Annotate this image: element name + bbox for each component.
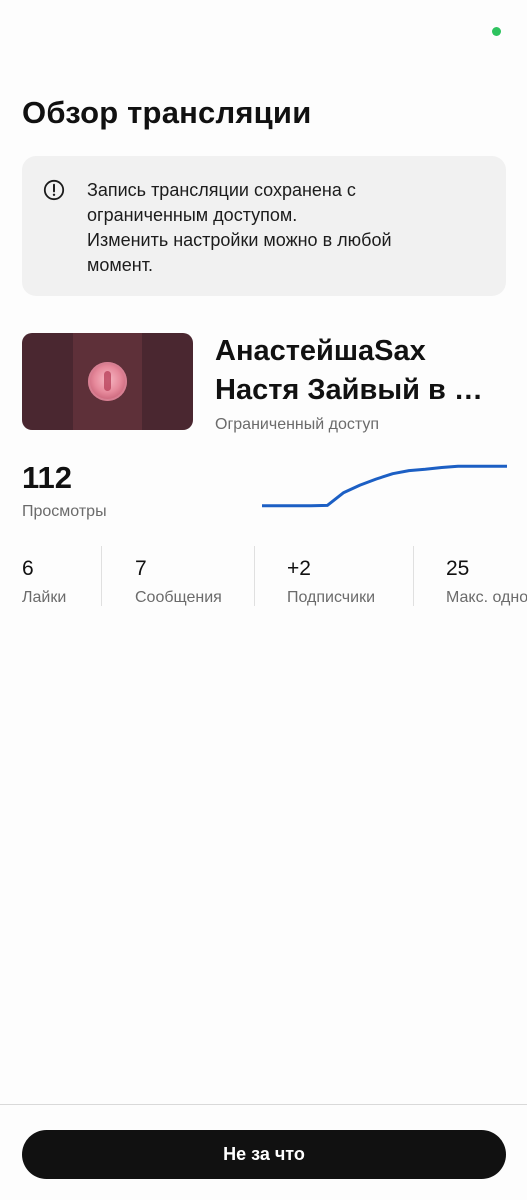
stream-thumbnail[interactable] <box>22 333 193 430</box>
status-indicator-dot <box>492 27 501 36</box>
info-notice: Запись трансляции сохранена с ограниченн… <box>22 156 506 296</box>
stats-row: 6 Лайки 7 Сообщения +2 Подписчики 25 Мак… <box>0 546 527 606</box>
stat-value: 25 <box>446 557 470 580</box>
notice-text: Запись трансляции сохранена с ограниченн… <box>87 178 487 278</box>
dismiss-button[interactable]: Не за что <box>22 1130 506 1179</box>
views-label: Просмотры <box>22 503 107 520</box>
footer-divider <box>0 1104 527 1105</box>
broadcast-overview-screen: Обзор трансляции Запись трансляции сохра… <box>0 0 527 1200</box>
stream-title: АнастейшаSax Настя Зайвый в … <box>215 332 515 410</box>
stat-divider <box>254 546 255 606</box>
stream-title-line: Настя Зайвый в … <box>215 374 483 406</box>
notice-line: Запись трансляции сохранена с <box>87 180 356 200</box>
access-level-label: Ограниченный доступ <box>215 416 380 433</box>
streamer-avatar <box>88 362 127 401</box>
stat-value: 7 <box>135 557 147 580</box>
notice-line: момент. <box>87 255 153 275</box>
notice-line: ограниченным доступом. <box>87 205 298 225</box>
stat-messages: 7 Сообщения <box>135 546 222 606</box>
stat-value: 6 <box>22 557 34 580</box>
views-trend-line <box>262 464 507 508</box>
notice-line: Изменить настройки можно в любой <box>87 230 392 250</box>
stat-value: +2 <box>287 557 311 580</box>
stat-divider <box>101 546 102 606</box>
stat-label: Лайки <box>22 589 67 606</box>
page-title: Обзор трансляции <box>22 95 312 130</box>
views-trend-sparkline <box>262 464 507 508</box>
stat-label: Подписчики <box>287 589 376 606</box>
stat-label: Сообщения <box>135 589 222 606</box>
stat-divider <box>413 546 414 606</box>
stat-likes: 6 Лайки <box>22 546 66 606</box>
views-count: 112 <box>22 460 73 495</box>
stat-label: Макс. однов <box>446 589 527 606</box>
info-circle-icon <box>43 179 65 201</box>
stat-subscribers: +2 Подписчики <box>287 546 375 606</box>
stream-title-line: АнастейшаSax <box>215 335 426 367</box>
stat-peak-viewers: 25 Макс. однов <box>446 546 527 606</box>
